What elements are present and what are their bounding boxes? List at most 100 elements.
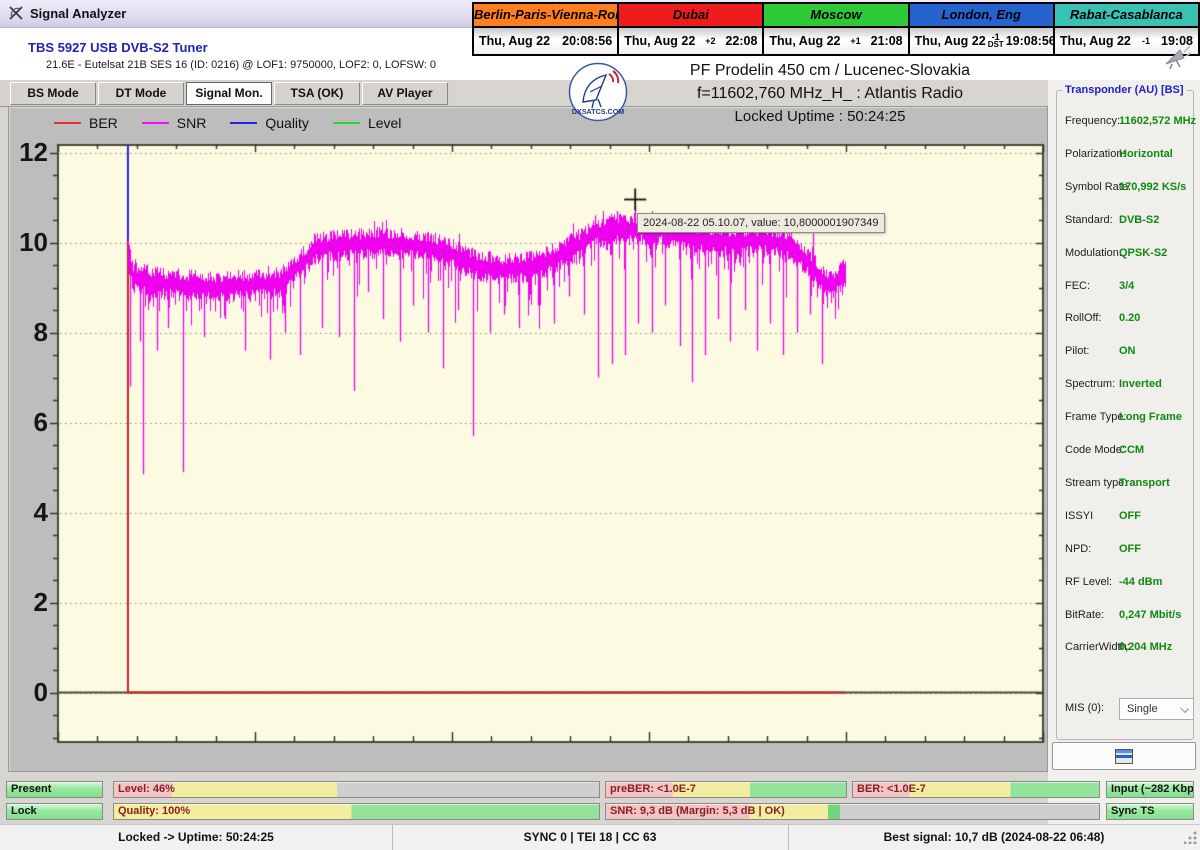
- site-title: PF Prodelin 450 cm / Lucenec-Slovakia: [620, 62, 1040, 80]
- transponder-groupbox: Transponder (AU) [BS] Frequency:11602,57…: [1056, 90, 1194, 740]
- meter-preber-1-0e-7: preBER: <1.0E-7: [605, 781, 847, 798]
- legend-color-line: [230, 122, 257, 124]
- y-axis-label-4: 4: [12, 497, 48, 528]
- tr-value-issyi: OFF: [1119, 510, 1141, 522]
- legend-item-snr: SNR: [142, 115, 207, 131]
- tr-value-carrierwidth: 0,204 MHz: [1119, 641, 1172, 653]
- tr-label-issyi: ISSYI: [1065, 510, 1093, 522]
- app-dish-icon: [8, 5, 25, 22]
- tr-value-fec: 3/4: [1119, 280, 1134, 292]
- meter-snr-9-3-db-margin-5-3-db-ok: SNR: 9,3 dB (Margin: 5,3 dB | OK): [605, 803, 1100, 820]
- y-axis-label-6: 6: [12, 407, 48, 438]
- y-axis-label-0: 0: [12, 677, 48, 708]
- tr-label-bitrate: BitRate:: [1065, 609, 1104, 621]
- tr-value-bitrate: 0,247 Mbit/s: [1119, 609, 1181, 621]
- tr-label-npd: NPD:: [1065, 543, 1091, 555]
- tr-label-rolloff: RollOff:: [1065, 312, 1101, 324]
- clock-time-row: Thu, Aug 2220:08:56: [474, 28, 617, 54]
- resize-grip[interactable]: [1184, 830, 1198, 844]
- cascade-windows-icon: [1115, 749, 1133, 764]
- tr-value-standard: DVB-S2: [1119, 214, 1159, 226]
- chart-legend: BER SNR Quality Level: [54, 115, 425, 131]
- meter-ber-1-0e-7: BER: <1.0E-7: [852, 781, 1100, 798]
- tr-label-frame-type: Frame Type:: [1065, 411, 1127, 423]
- mis-label: MIS (0):: [1065, 702, 1104, 714]
- tr-value-code-mode: CCM: [1119, 444, 1144, 456]
- clock-utc-offset: -1: [1142, 38, 1150, 45]
- clock-time-row: Thu, Aug 22 +1 21:08: [764, 28, 907, 54]
- clock-utc-offset: +1: [850, 38, 860, 45]
- y-axis-label-8: 8: [12, 317, 48, 348]
- clock-dubai: DubaiThu, Aug 22+222:08: [619, 4, 764, 54]
- tr-label-stream-type: Stream type:: [1065, 477, 1127, 489]
- tr-value-symbol-rate: 170,992 KS/s: [1119, 181, 1186, 193]
- tab-signal-mon[interactable]: Signal Mon.: [186, 82, 272, 105]
- legend-color-line: [54, 122, 81, 124]
- tr-value-frequency: 11602,572 MHz: [1119, 115, 1196, 127]
- tuner-details: 21.6E - Eutelsat 21B SES 16 (ID: 0216) @…: [46, 59, 436, 71]
- tr-value-npd: OFF: [1119, 543, 1141, 555]
- chevron-down-icon: [1180, 704, 1189, 713]
- world-clock-table: Berlin-Paris-Vienna-RomaThu, Aug 2220:08…: [472, 2, 1200, 56]
- locked-uptime-label: Locked Uptime : 50:24:25: [600, 108, 1040, 125]
- mis-dropdown[interactable]: Single: [1119, 698, 1194, 720]
- meter-label: Level: 46%: [114, 782, 599, 797]
- meter-input-282-kbps: Input (~282 Kbps): [1106, 781, 1194, 798]
- chart-tooltip: 2024-08-22 05.10.07, value: 10,800000190…: [637, 213, 885, 233]
- legend-label: BER: [89, 115, 118, 131]
- tr-value-rf-level: -44 dBm: [1119, 576, 1162, 588]
- meter-label: Sync TS: [1107, 804, 1193, 819]
- signal-chart-canvas[interactable]: [50, 140, 1050, 765]
- clock-berlin-paris-vienna-roma: Berlin-Paris-Vienna-RomaThu, Aug 2220:08…: [474, 4, 619, 54]
- clock-utc-offset: +2: [705, 38, 715, 45]
- clock-time-row: Thu, Aug 22-1DST19:08:56: [910, 28, 1053, 54]
- clock-date: Thu, Aug 22: [624, 34, 695, 48]
- meter-label: preBER: <1.0E-7: [606, 782, 846, 797]
- clock-city: London, Eng: [910, 4, 1053, 28]
- meter-lock: Lock: [6, 803, 103, 820]
- tr-label-spectrum: Spectrum:: [1065, 378, 1115, 390]
- tr-value-rolloff: 0.20: [1119, 312, 1140, 324]
- meter-label: Quality: 100%: [114, 804, 599, 819]
- meter-level-46: Level: 46%: [113, 781, 600, 798]
- transponder-panel: Transponder (AU) [BS] Frequency:11602,57…: [1048, 80, 1200, 824]
- signal-analyzer-window: Signal Analyzer TBS 5927 USB DVB-S2 Tune…: [0, 0, 1200, 850]
- y-axis-label-10: 10: [12, 227, 48, 258]
- status-segment-1: SYNC 0 | TEI 18 | CC 63: [392, 825, 789, 850]
- tr-value-pilot: ON: [1119, 345, 1136, 357]
- tr-label-pilot: Pilot:: [1065, 345, 1089, 357]
- legend-item-level: Level: [333, 115, 401, 131]
- tab-tsa-ok[interactable]: TSA (OK): [274, 82, 360, 105]
- clock-time: 19:08:56: [1006, 34, 1056, 48]
- tab-bs-mode[interactable]: BS Mode: [10, 82, 96, 105]
- dxsatcs-logo: DXSATCS.COM: [568, 62, 628, 122]
- tab-av-player[interactable]: AV Player: [362, 82, 448, 105]
- clock-time: 21:08: [871, 34, 903, 48]
- tr-value-stream-type: Transport: [1119, 477, 1170, 489]
- clock-date: Thu, Aug 22: [769, 34, 840, 48]
- meter-label: Lock: [7, 804, 102, 819]
- window-title: Signal Analyzer: [30, 6, 126, 21]
- y-axis-label-2: 2: [12, 587, 48, 618]
- transponder-title: Transponder (AU) [BS]: [1062, 84, 1187, 96]
- legend-label: Quality: [265, 115, 309, 131]
- clock-date: Thu, Aug 22: [1060, 34, 1131, 48]
- legend-item-ber: BER: [54, 115, 118, 131]
- satellite-dish-icon: [1160, 44, 1192, 70]
- clock-city: Moscow: [764, 4, 907, 28]
- tr-value-spectrum: Inverted: [1119, 378, 1162, 390]
- clock-date: Thu, Aug 22: [479, 34, 550, 48]
- meter-label: BER: <1.0E-7: [853, 782, 1099, 797]
- clock-london-eng: London, EngThu, Aug 22-1DST19:08:56: [910, 4, 1055, 54]
- layout-button[interactable]: [1052, 742, 1196, 770]
- tr-value-modulation: QPSK-S2: [1119, 247, 1167, 259]
- tab-strip: BS ModeDT ModeSignal Mon.TSA (OK)AV Play…: [0, 80, 458, 107]
- legend-label: SNR: [177, 115, 207, 131]
- clock-date: Thu, Aug 22: [915, 34, 986, 48]
- tab-dt-mode[interactable]: DT Mode: [98, 82, 184, 105]
- meter-sync-ts: Sync TS: [1106, 803, 1194, 820]
- status-bar: Locked -> Uptime: 50:24:25SYNC 0 | TEI 1…: [0, 824, 1200, 850]
- tr-label-modulation: Modulation:: [1065, 247, 1122, 259]
- clock-city: Berlin-Paris-Vienna-Roma: [474, 4, 617, 28]
- clock-city: Dubai: [619, 4, 762, 28]
